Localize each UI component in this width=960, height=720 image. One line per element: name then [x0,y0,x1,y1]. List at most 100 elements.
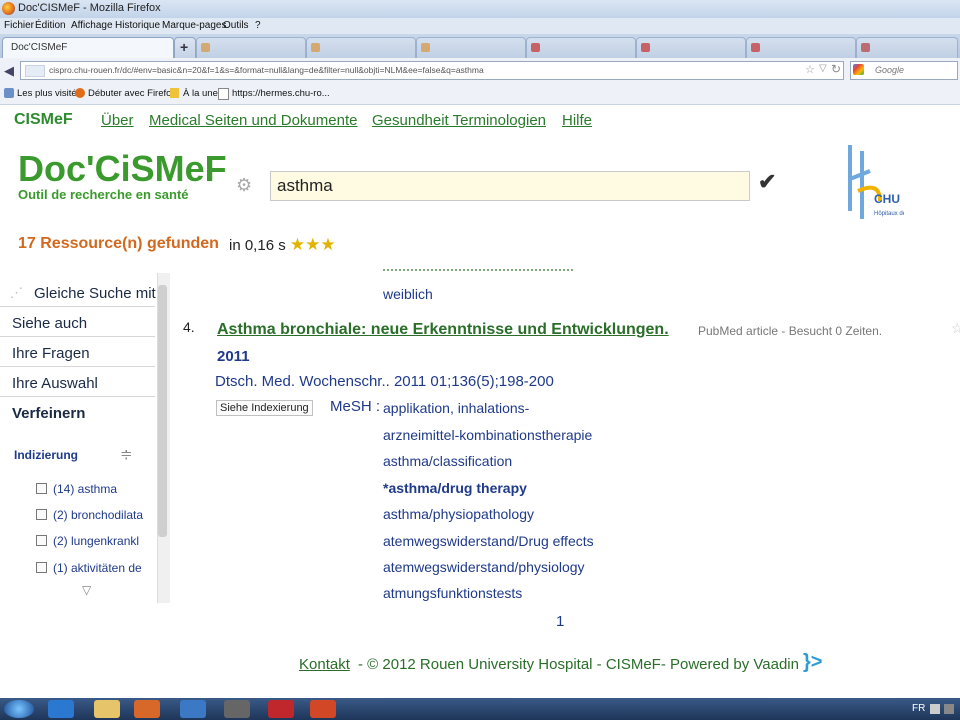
dropdown-arrow-icon[interactable]: ▽ [819,63,827,74]
menu-edition[interactable]: Édition [35,20,66,31]
rating-stars: ★★★ [289,235,336,254]
search-placeholder: Google [875,65,905,75]
mesh-term[interactable]: applikation, inhalations- [383,400,529,416]
powerpoint-icon[interactable] [310,700,336,718]
search-timing: in 0,16 s ★★★ [229,235,336,255]
menu-outils[interactable]: Outils [223,20,249,31]
mesh-term[interactable]: asthma/physiopathology [383,506,534,522]
url-text: cispro.chu-rouen.fr/dc/#env=basic&n=20&f… [49,65,484,75]
tab-background-3[interactable] [416,37,526,58]
tab-background-5[interactable] [636,37,746,58]
checkbox[interactable] [36,562,47,573]
menu-historique[interactable]: Historique [115,20,160,31]
internet-explorer-icon[interactable] [48,700,74,718]
divider [0,366,155,367]
application-icon[interactable] [224,700,250,718]
gears-icon[interactable]: ⚙ [236,175,252,196]
chevron-down-icon[interactable]: ▽ [82,583,91,597]
mesh-term[interactable]: arzneimittel-kombinationstherapie [383,427,592,443]
menu-fichier[interactable]: Fichier [4,20,34,31]
sidebar-item-gleiche-suche[interactable]: Gleiche Suche mit [34,285,156,302]
checkbox[interactable] [36,535,47,546]
pagination-page[interactable]: 1 [556,613,564,630]
svg-text:CHU: CHU [874,192,900,206]
mesh-term[interactable]: atemwegswiderstand/physiology [383,559,585,575]
show-indexing-button[interactable]: Siehe Indexierung [216,400,313,416]
divider [0,336,155,337]
indexing-title: Indizierung [14,448,78,462]
tab-doccismef[interactable]: Doc'CISMeF [2,37,174,58]
bookmark-hermes[interactable]: https://hermes.chu-ro... [232,88,330,99]
nav-medical-seiten[interactable]: Medical Seiten und Dokumente [149,112,357,129]
vaadin-logo-icon: }> [803,651,823,673]
divider [0,396,155,397]
tab-background-7[interactable] [856,37,958,58]
mesh-term[interactable]: atmungsfunktionstests [383,585,522,601]
bookmark-getting-started[interactable]: Débuter avec Firefox [88,88,176,99]
tab-bar: Doc'CISMeF + [0,34,960,58]
star-bookmark-icon[interactable]: ☆ [805,63,815,76]
tray-icon[interactable] [930,704,940,714]
site-identity-icon[interactable] [25,65,45,77]
tab-background-6[interactable] [746,37,856,58]
back-arrow-icon[interactable]: ◀ [4,63,14,79]
contact-link[interactable]: Kontakt [299,656,350,673]
search-engine-box[interactable]: Google [850,61,958,80]
language-indicator[interactable]: FR [912,703,925,714]
result-citation: Dtsch. Med. Wochenschr.. 2011 01;136(5);… [215,373,554,390]
result-number: 4. [183,319,195,335]
file-explorer-icon[interactable] [94,700,120,718]
tab-background-4[interactable] [526,37,636,58]
submit-check-icon[interactable]: ✔ [758,169,776,195]
firefox-icon [2,2,15,15]
sidebar-item-ihre-auswahl[interactable]: Ihre Auswahl [12,375,98,392]
mesh-term[interactable]: asthma/classification [383,453,512,469]
nav-hilfe[interactable]: Hilfe [562,112,592,129]
tray-icon[interactable] [944,704,954,714]
taskbar: FR [0,698,960,720]
sidebar-item-ihre-fragen[interactable]: Ihre Fragen [12,345,90,362]
nav-gesundheit-terminologien[interactable]: Gesundheit Terminologien [372,112,546,129]
new-tab-button[interactable]: + [174,37,196,58]
checkbox[interactable] [36,509,47,520]
indexing-item[interactable]: (2) lungenkrankl [36,534,144,548]
indexing-item-label: (2) lungenkrankl [53,534,140,548]
mcafee-icon[interactable] [268,700,294,718]
indexing-item[interactable]: (14) asthma [36,482,144,496]
brand-link[interactable]: CISMeF [14,111,73,129]
firefox-taskbar-icon[interactable] [134,700,160,718]
star-icon[interactable]: ☆ [951,320,960,337]
svg-text:Hôpitaux de Rouen: Hôpitaux de Rouen [874,211,904,217]
reload-icon[interactable]: ↻ [831,62,841,76]
mesh-term-major[interactable]: *asthma/drug therapy [383,480,527,496]
result-year: 2011 [217,348,250,365]
start-button-icon[interactable] [4,700,34,718]
sort-icon[interactable]: ≑ [120,445,133,463]
bookmark-most-visited[interactable]: Les plus visités [17,88,81,99]
indexing-item[interactable]: (2) bronchodilata [36,508,144,522]
timing-text: in 0,16 s [229,237,286,254]
result-title-link[interactable]: Asthma bronchiale: neue Erkenntnisse und… [217,321,669,339]
mesh-term[interactable]: atemwegswiderstand/Drug effects [383,533,594,549]
checkbox[interactable] [36,483,47,494]
media-player-icon[interactable] [180,700,206,718]
sidebar-scrollbar-thumb[interactable] [158,285,167,537]
indexing-item[interactable]: (1) aktivitäten de [36,561,144,575]
indexing-item-label: (14) asthma [53,482,118,496]
bookmark-a-la-une[interactable]: À la une [183,88,218,99]
address-bar[interactable]: cispro.chu-rouen.fr/dc/#env=basic&n=20&f… [20,61,844,80]
result-count: 17 Ressource(n) gefunden [18,235,219,252]
tab-background-2[interactable] [306,37,416,58]
page-content: CISMeF Über Medical Seiten und Dokumente… [0,105,960,698]
menu-affichage[interactable]: Affichage [71,20,113,31]
menu-marque-pages[interactable]: Marque-pages [162,20,226,31]
menu-help[interactable]: ? [255,20,261,31]
tab-background-1[interactable] [196,37,306,58]
sidebar-item-verfeinern[interactable]: Verfeinern [12,405,85,422]
search-input[interactable]: asthma [270,171,750,201]
share-icon: ⋰ [10,285,23,300]
sidebar-item-siehe-auch[interactable]: Siehe auch [12,315,87,332]
rss-feed-icon [170,88,179,98]
window-title: Doc'CISMeF - Mozilla Firefox [18,2,161,14]
nav-uber[interactable]: Über [101,112,134,129]
